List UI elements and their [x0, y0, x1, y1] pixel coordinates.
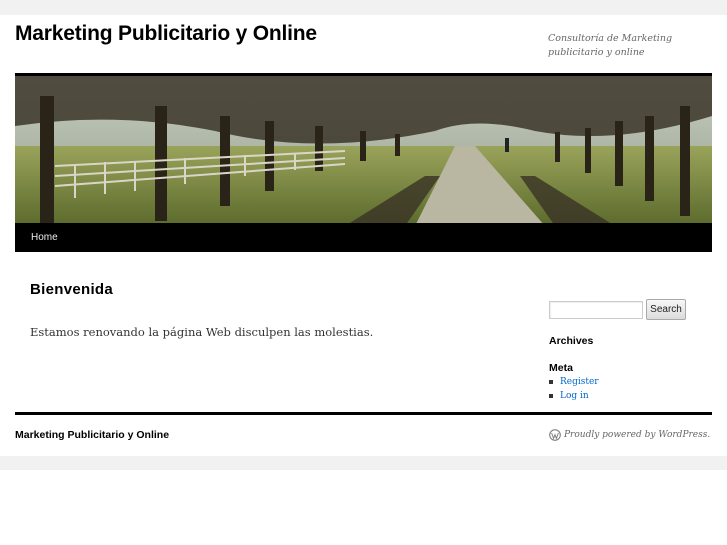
main-navigation: Home	[15, 223, 712, 252]
meta-widget-title: Meta	[549, 362, 573, 374]
bullet-icon	[549, 380, 553, 384]
register-link[interactable]: Register	[560, 377, 599, 387]
footer-site-title[interactable]: Marketing Publicitario y Online	[15, 429, 169, 441]
header-photo-tree-lined-path	[15, 76, 712, 226]
footer-divider	[15, 412, 712, 415]
powered-by[interactable]: Proudly powered by WordPress.	[549, 429, 710, 441]
search-button[interactable]: Search	[646, 299, 686, 320]
login-link[interactable]: Log in	[560, 391, 589, 401]
header-image	[15, 73, 712, 226]
list-item: Log in	[549, 389, 599, 403]
nav-item-home[interactable]: Home	[31, 223, 58, 252]
top-background-band	[0, 0, 727, 15]
site-description: Consultoría de Marketing publicitario y …	[548, 33, 673, 58]
meta-links-list: Register Log in	[549, 375, 599, 403]
list-item: Register	[549, 375, 599, 389]
site-title[interactable]: Marketing Publicitario y Online	[15, 22, 317, 46]
powered-by-text[interactable]: Proudly powered by WordPress.	[564, 430, 710, 440]
entry-title[interactable]: Bienvenida	[30, 281, 113, 298]
bullet-icon	[549, 394, 553, 398]
wordpress-icon	[549, 429, 561, 441]
bottom-background-band	[0, 456, 727, 470]
archives-widget-title: Archives	[549, 335, 594, 347]
entry-content: Estamos renovando la página Web disculpe…	[30, 325, 374, 339]
search-input[interactable]	[549, 301, 643, 319]
